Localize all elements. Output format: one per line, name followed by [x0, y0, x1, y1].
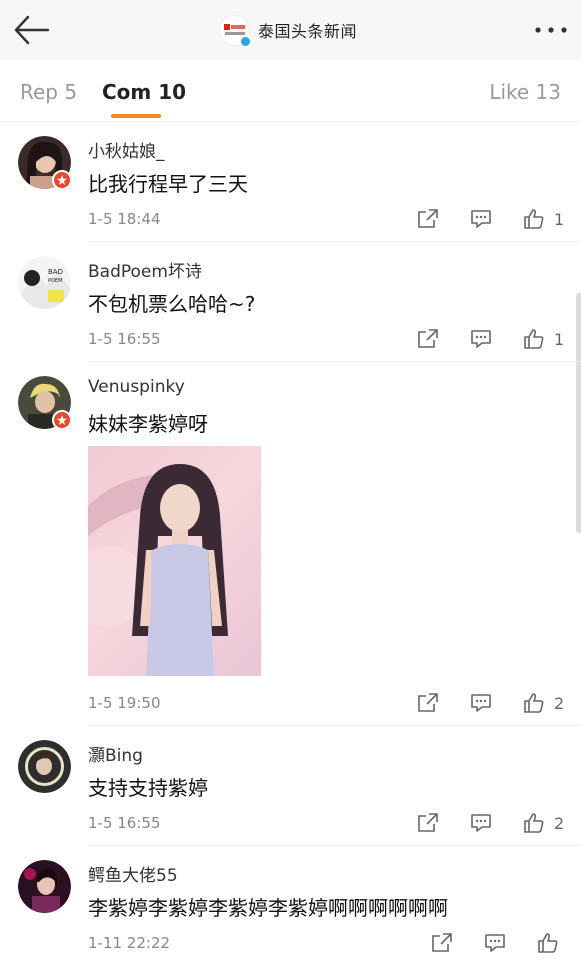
vip-badge-icon	[52, 170, 72, 190]
page-title: 泰国头条新闻	[258, 22, 358, 41]
avatar[interactable]: BAD POEM	[18, 256, 71, 309]
account-title[interactable]: 泰国头条新闻	[219, 13, 358, 48]
share-icon[interactable]	[416, 207, 440, 231]
thumbs-up-icon[interactable]	[536, 931, 560, 955]
more-button[interactable]	[533, 20, 569, 40]
like-count: 2	[554, 694, 565, 713]
comment-item: 灝Bing 支持支持紫婷 1-5 16:55 2	[0, 726, 581, 846]
username[interactable]: 鳄鱼大佬55	[88, 861, 178, 886]
comment-text: 比我行程早了三天	[88, 172, 248, 196]
like-count: 1	[554, 210, 565, 229]
comment-text: 不包机票么哈哈~?	[88, 292, 256, 316]
tab-bar: Rep 5 Com 10 Like 13	[0, 60, 581, 122]
avatar[interactable]	[18, 740, 71, 793]
comment-text: 支持支持紫婷	[88, 776, 208, 800]
comment-item: BAD POEM BadPoem坏诗 不包机票么哈哈~? 1-5 16:55 1	[0, 242, 581, 362]
comment-image[interactable]	[88, 446, 261, 676]
reply-icon[interactable]	[469, 207, 493, 231]
portrait-photo	[88, 464, 228, 676]
thumbs-up-icon[interactable]	[522, 327, 546, 351]
share-icon[interactable]	[416, 327, 440, 351]
tab-reposts[interactable]: Rep 5	[20, 80, 77, 104]
reply-icon[interactable]	[469, 811, 493, 835]
comment-item: 小秋姑娘_ 比我行程早了三天 1-5 18:44 1	[0, 122, 581, 242]
thumbs-up-icon[interactable]	[522, 691, 546, 715]
svg-text:BAD: BAD	[48, 268, 63, 276]
comment-time: 1-5 16:55	[88, 330, 161, 348]
share-icon[interactable]	[416, 811, 440, 835]
account-logo	[219, 14, 252, 48]
comment-item: 鳄鱼大佬55 李紫婷李紫婷李紫婷李紫婷啊啊啊啊啊啊 1-11 22:22	[0, 846, 581, 960]
username[interactable]: 灝Bing	[88, 741, 143, 766]
thumbs-up-icon[interactable]	[522, 207, 546, 231]
vip-badge-icon	[52, 410, 72, 430]
svg-text:POEM: POEM	[48, 278, 62, 284]
verified-badge-icon	[239, 34, 252, 48]
comment-text: 李紫婷李紫婷李紫婷李紫婷啊啊啊啊啊啊	[88, 896, 448, 920]
top-bar: 泰国头条新闻	[0, 0, 581, 60]
share-icon[interactable]	[430, 931, 454, 955]
avatar[interactable]	[18, 136, 72, 190]
comment-time: 1-5 16:55	[88, 814, 161, 832]
user-avatar-image	[18, 740, 71, 793]
comment-time: 1-5 19:50	[88, 694, 161, 712]
like-count: 2	[554, 814, 565, 833]
username[interactable]: BadPoem坏诗	[88, 257, 202, 282]
comment-text: 妹妹李紫婷呀	[88, 412, 208, 436]
like-count: 1	[554, 330, 565, 349]
user-avatar-image: BAD POEM	[18, 256, 71, 309]
reply-icon[interactable]	[469, 691, 493, 715]
tab-comments[interactable]: Com 10	[102, 80, 186, 104]
username[interactable]: Venuspinky	[88, 377, 185, 397]
avatar[interactable]	[18, 376, 72, 430]
avatar[interactable]	[18, 860, 71, 913]
comment-time: 1-11 22:22	[88, 934, 171, 952]
comment-time: 1-5 18:44	[88, 210, 161, 228]
more-dots-icon	[535, 27, 567, 33]
reply-icon[interactable]	[469, 327, 493, 351]
tab-likes[interactable]: Like 13	[489, 80, 561, 104]
username[interactable]: 小秋姑娘_	[88, 137, 165, 162]
active-tab-indicator	[111, 114, 161, 118]
share-icon[interactable]	[416, 691, 440, 715]
thumbs-up-icon[interactable]	[522, 811, 546, 835]
reply-icon[interactable]	[483, 931, 507, 955]
back-button[interactable]	[12, 12, 52, 48]
comment-item: Venuspinky 妹妹李紫婷呀 1-5 19:50 2	[0, 362, 581, 726]
user-avatar-image	[18, 860, 71, 913]
arrow-left-icon	[14, 15, 50, 45]
